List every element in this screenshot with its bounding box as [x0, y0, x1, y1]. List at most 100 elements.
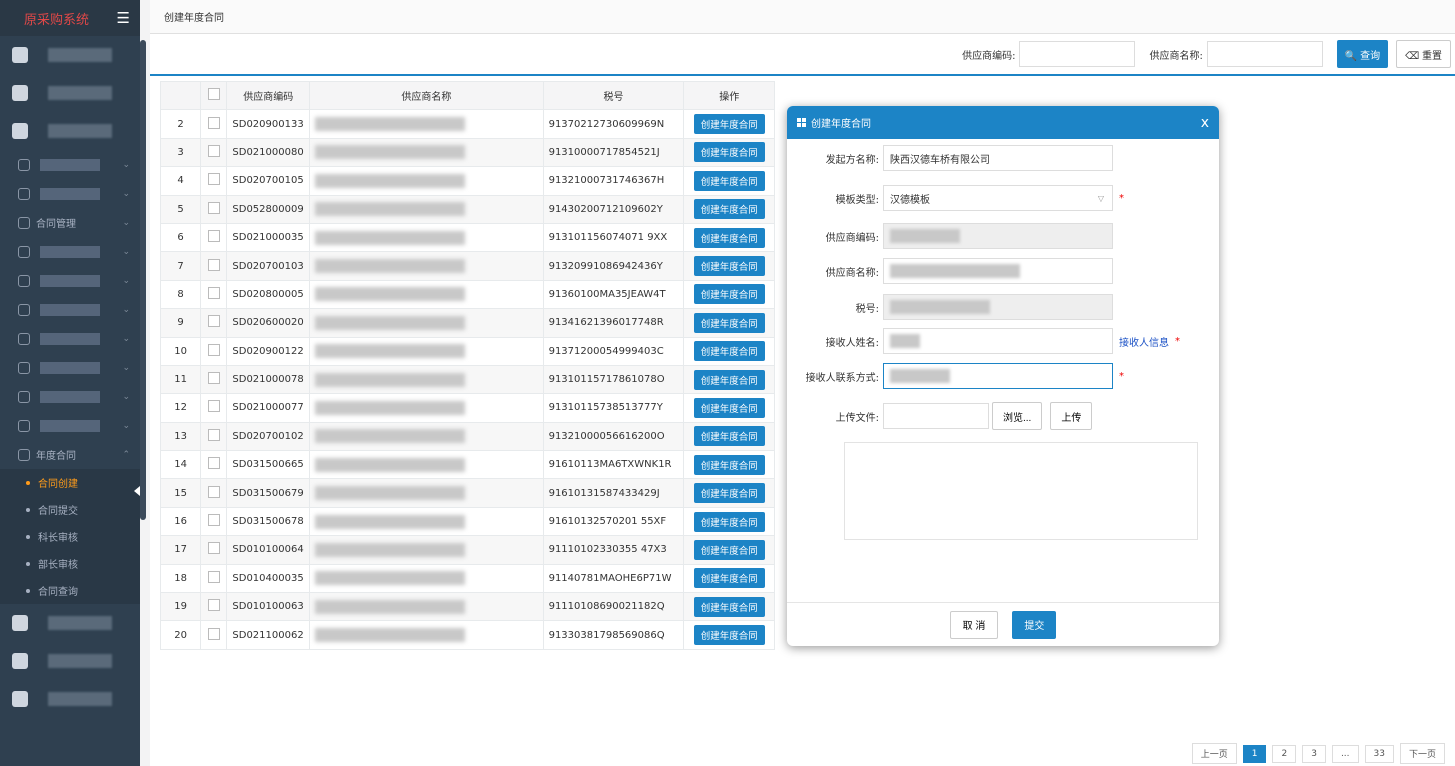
sidebar-scrollbar[interactable]	[140, 40, 146, 520]
row-checkbox-cell[interactable]	[200, 478, 228, 508]
upload-file-field[interactable]	[883, 403, 989, 429]
checkbox[interactable]	[207, 400, 220, 413]
row-checkbox-cell[interactable]	[200, 109, 228, 139]
create-contract-button[interactable]: 创建年度合同	[693, 341, 765, 362]
row-checkbox-cell[interactable]	[200, 279, 228, 310]
sidebar-sub-3[interactable]: ⌄	[0, 237, 140, 266]
checkbox[interactable]	[207, 485, 220, 498]
create-contract-button[interactable]: 创建年度合同	[693, 227, 765, 248]
pager-page-last[interactable]: 33	[1364, 744, 1394, 763]
pager-page-2[interactable]: 2	[1272, 744, 1297, 763]
sidebar-sub-2[interactable]: ⌄	[0, 179, 140, 208]
create-contract-button[interactable]: 创建年度合同	[693, 454, 765, 475]
create-contract-button[interactable]: 创建年度合同	[693, 369, 765, 390]
pager-prev[interactable]: 上一页	[1191, 743, 1237, 764]
query-button[interactable]: 🔍 查询	[1336, 40, 1389, 68]
row-checkbox-cell[interactable]	[200, 222, 228, 253]
checkbox[interactable]	[207, 230, 220, 243]
sidebar-subitem-query[interactable]: 合同查询	[0, 577, 140, 604]
cancel-button[interactable]: 取 消	[949, 610, 999, 639]
row-checkbox-cell[interactable]	[200, 450, 228, 480]
sidebar-item-annual-contract[interactable]: 年度合同 ⌃	[0, 440, 140, 469]
create-contract-button[interactable]: 创建年度合同	[693, 539, 765, 560]
close-icon[interactable]: x	[1201, 115, 1209, 131]
row-checkbox-cell[interactable]	[200, 393, 228, 423]
sidebar-sub-4[interactable]: ⌄	[0, 266, 140, 295]
sidebar-sub-7[interactable]: ⌄	[0, 353, 140, 382]
row-checkbox-cell[interactable]	[200, 166, 228, 196]
create-contract-button[interactable]: 创建年度合同	[693, 170, 765, 191]
sidebar-subitem-section-review[interactable]: 科长审核	[0, 523, 140, 550]
supplier-code-input[interactable]	[1019, 41, 1136, 67]
checkbox[interactable]	[207, 201, 220, 214]
checkbox[interactable]	[207, 627, 220, 640]
row-checkbox-cell[interactable]	[200, 364, 228, 395]
create-contract-button[interactable]: 创建年度合同	[693, 596, 765, 617]
row-checkbox-cell[interactable]	[200, 592, 228, 622]
receiver-contact-field[interactable]	[883, 363, 1113, 389]
checkbox[interactable]	[207, 570, 220, 583]
template-select[interactable]: 汉德模板 ▽	[883, 185, 1113, 211]
submit-button[interactable]: 提交	[1012, 610, 1057, 639]
checkbox[interactable]	[207, 372, 220, 385]
row-checkbox-cell[interactable]	[200, 563, 228, 594]
checkbox[interactable]	[207, 88, 220, 101]
create-contract-button[interactable]: 创建年度合同	[693, 625, 765, 646]
row-checkbox-cell[interactable]	[200, 620, 228, 650]
row-checkbox-cell[interactable]	[200, 251, 228, 281]
checkbox[interactable]	[207, 457, 220, 470]
row-checkbox-cell[interactable]	[200, 421, 228, 452]
sidebar-item-1[interactable]	[0, 36, 140, 74]
pager-page-3[interactable]: 3	[1302, 744, 1326, 763]
checkbox[interactable]	[207, 542, 220, 555]
checkbox[interactable]	[207, 144, 220, 157]
sidebar-subitem-create[interactable]: 合同创建	[0, 469, 140, 496]
create-contract-button[interactable]: 创建年度合同	[693, 284, 765, 305]
create-contract-button[interactable]: 创建年度合同	[693, 426, 765, 447]
checkbox[interactable]	[207, 343, 220, 356]
hamburger-icon[interactable]: ☰	[117, 9, 130, 27]
create-contract-button[interactable]: 创建年度合同	[693, 199, 765, 220]
sidebar-item-4[interactable]	[0, 604, 140, 642]
checkbox[interactable]	[207, 599, 220, 612]
sidebar-sub-8[interactable]: ⌄	[0, 382, 140, 411]
sidebar-item-3[interactable]	[0, 112, 140, 150]
initiator-field[interactable]: 陕西汉德车桥有限公司	[883, 145, 1113, 171]
checkbox[interactable]	[207, 116, 220, 129]
sidebar-sub-6[interactable]: ⌄	[0, 324, 140, 353]
tab-create-annual-contract[interactable]: 创建年度合同	[164, 9, 224, 24]
checkbox[interactable]	[207, 315, 220, 328]
sidebar-item-contract-mgmt[interactable]: 合同管理 ⌄	[0, 208, 140, 237]
create-contract-button[interactable]: 创建年度合同	[693, 483, 765, 504]
sidebar-item-2[interactable]	[0, 74, 140, 112]
checkbox[interactable]	[207, 286, 220, 299]
checkbox[interactable]	[207, 258, 220, 271]
row-checkbox-cell[interactable]	[200, 137, 228, 168]
create-contract-button[interactable]: 创建年度合同	[693, 256, 765, 277]
browse-button[interactable]: 浏览...	[992, 402, 1043, 430]
row-checkbox-cell[interactable]	[200, 308, 228, 338]
sidebar-subitem-minister-review[interactable]: 部长审核	[0, 550, 140, 577]
create-contract-button[interactable]: 创建年度合同	[693, 511, 765, 532]
create-contract-button[interactable]: 创建年度合同	[693, 114, 765, 135]
checkbox[interactable]	[207, 173, 220, 186]
pager-next[interactable]: 下一页	[1399, 743, 1445, 764]
sidebar-item-6[interactable]	[0, 680, 140, 718]
sidebar-sub-1[interactable]: ⌄	[0, 150, 140, 179]
row-checkbox-cell[interactable]	[200, 535, 228, 565]
receiver-name-field[interactable]	[883, 328, 1113, 354]
sidebar-sub-9[interactable]: ⌄	[0, 411, 140, 440]
sidebar-subitem-submit[interactable]: 合同提交	[0, 496, 140, 523]
upload-button[interactable]: 上传	[1050, 402, 1093, 430]
create-contract-button[interactable]: 创建年度合同	[693, 312, 765, 333]
sidebar-sub-5[interactable]: ⌄	[0, 295, 140, 324]
row-checkbox-cell[interactable]	[200, 506, 228, 537]
create-contract-button[interactable]: 创建年度合同	[693, 568, 765, 589]
reset-button[interactable]: ⌫ 重置	[1396, 40, 1451, 68]
supplier-name-field[interactable]	[883, 258, 1113, 284]
create-contract-button[interactable]: 创建年度合同	[693, 142, 765, 163]
checkbox[interactable]	[207, 514, 220, 527]
row-checkbox-cell[interactable]	[200, 194, 228, 224]
header-select-all[interactable]	[200, 80, 228, 111]
row-checkbox-cell[interactable]	[200, 336, 228, 366]
